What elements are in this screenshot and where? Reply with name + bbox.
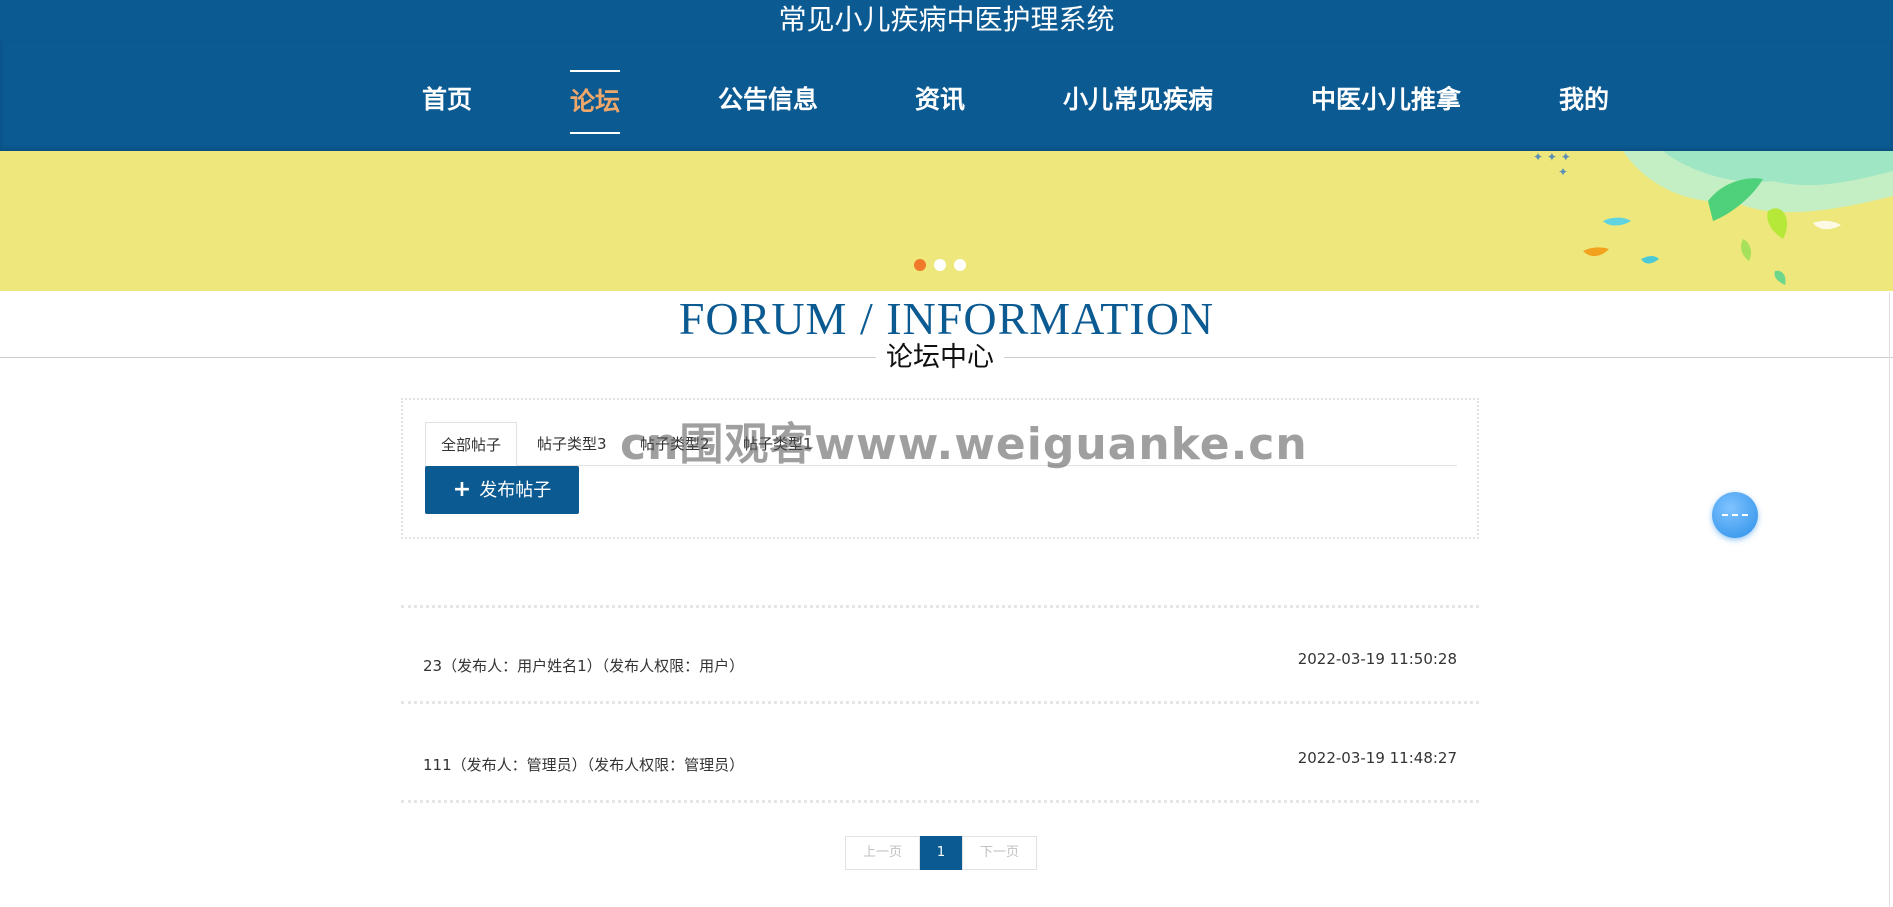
- plus-icon: +: [452, 477, 472, 502]
- prev-page-button[interactable]: 上一页: [845, 836, 920, 870]
- content-edge: [1889, 292, 1890, 907]
- tab-all-posts[interactable]: 全部帖子: [425, 422, 518, 467]
- dashes-icon: [1722, 514, 1748, 516]
- svg-text:✦: ✦: [1558, 165, 1568, 179]
- carousel-dot[interactable]: [954, 259, 966, 271]
- banner-carousel[interactable]: ✦ ✦ ✦ ✦: [0, 151, 1893, 291]
- nav-item-announcements[interactable]: 公告信息: [718, 70, 818, 134]
- site-title: 常见小儿疾病中医护理系统: [778, 3, 1115, 36]
- carousel-dot[interactable]: [914, 259, 926, 271]
- main-nav: 首页 论坛 公告信息 资讯 小儿常见疾病 中医小儿推拿 我的: [0, 40, 1893, 151]
- nav-item-forum[interactable]: 论坛: [570, 70, 621, 134]
- nav-item-massage[interactable]: 中医小儿推拿: [1311, 70, 1461, 134]
- list-divider: [401, 800, 1479, 803]
- carousel-dot[interactable]: [934, 259, 946, 271]
- list-item[interactable]: 23（发布人：用户姓名1）（发布人权限：用户） 2022-03-19 11:50…: [401, 606, 1479, 702]
- list-item[interactable]: 111（发布人：管理员）（发布人权限：管理员） 2022-03-19 11:48…: [401, 705, 1479, 801]
- carousel-dots: [914, 259, 966, 271]
- leaves-decoration: ✦ ✦ ✦ ✦: [1533, 151, 1893, 285]
- list-divider: [401, 701, 1479, 704]
- nav-item-common-diseases[interactable]: 小儿常见疾病: [1063, 70, 1213, 134]
- nav-item-news[interactable]: 资讯: [915, 70, 965, 134]
- top-bar: 常见小儿疾病中医护理系统: [0, 0, 1893, 40]
- filter-panel: 全部帖子 帖子类型3 帖子类型2 帖子类型1 + 发布帖子: [401, 398, 1479, 539]
- tab-post-type-3[interactable]: 帖子类型3: [537, 422, 607, 466]
- tab-post-type-1[interactable]: 帖子类型1: [743, 422, 813, 466]
- floating-action-button[interactable]: [1712, 492, 1758, 538]
- next-page-button[interactable]: 下一页: [962, 836, 1037, 870]
- tab-post-type-2[interactable]: 帖子类型2: [640, 422, 710, 466]
- section-heading-en: FORUM / INFORMATION: [678, 293, 1215, 344]
- section-heading-cn: 论坛中心: [876, 342, 1004, 374]
- nav-item-mine[interactable]: 我的: [1559, 70, 1609, 134]
- post-type-tabs: 全部帖子 帖子类型3 帖子类型2 帖子类型1: [425, 422, 1457, 467]
- post-title[interactable]: 111（发布人：管理员）（发布人权限：管理员）: [423, 754, 744, 775]
- current-page-button[interactable]: 1: [920, 836, 962, 870]
- post-time: 2022-03-19 11:50:28: [1297, 650, 1457, 668]
- pagination: 上一页 1 下一页: [845, 836, 1037, 870]
- post-time: 2022-03-19 11:48:27: [1297, 749, 1457, 767]
- publish-post-label: 发布帖子: [479, 480, 552, 501]
- nav-item-home[interactable]: 首页: [422, 70, 472, 134]
- post-title[interactable]: 23（发布人：用户姓名1）（发布人权限：用户）: [423, 655, 744, 676]
- publish-post-button[interactable]: + 发布帖子: [425, 466, 579, 514]
- svg-text:✦ ✦ ✦: ✦ ✦ ✦: [1533, 151, 1571, 164]
